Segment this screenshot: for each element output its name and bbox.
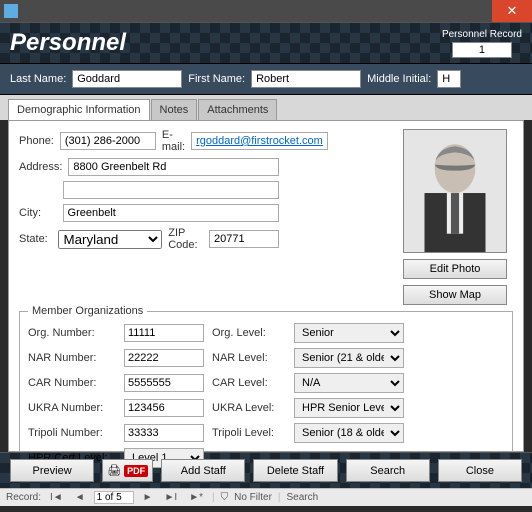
mi-label: Middle Initial: bbox=[367, 73, 431, 85]
zip-input[interactable] bbox=[209, 230, 279, 248]
recnav-label: Record: bbox=[6, 492, 41, 503]
ukra-num-label: UKRA Number: bbox=[28, 402, 116, 414]
first-name-input[interactable] bbox=[251, 70, 361, 88]
record-number: 1 bbox=[452, 42, 512, 58]
car-lvl-select[interactable]: N/A bbox=[294, 373, 404, 393]
last-name-input[interactable] bbox=[72, 70, 182, 88]
preview-button[interactable]: Preview bbox=[10, 459, 94, 482]
delete-staff-button[interactable]: Delete Staff bbox=[253, 459, 337, 482]
ukra-lvl-label: UKRA Level: bbox=[212, 402, 286, 414]
tri-lvl-select[interactable]: Senior (18 & older) bbox=[294, 423, 404, 443]
tri-num-input[interactable] bbox=[124, 424, 204, 442]
phone-input[interactable] bbox=[60, 132, 156, 150]
org-num-label: Org. Number: bbox=[28, 327, 116, 339]
state-label: State: bbox=[19, 233, 52, 245]
window-close-button[interactable]: ✕ bbox=[492, 0, 532, 22]
phone-label: Phone: bbox=[19, 135, 54, 147]
page-title: Personnel bbox=[10, 29, 126, 57]
nav-new-icon[interactable]: ►* bbox=[186, 492, 206, 503]
app-icon bbox=[4, 4, 18, 18]
member-orgs-fieldset: Member Organizations Org. Number: Org. L… bbox=[19, 305, 513, 471]
tab-demographic[interactable]: Demographic Information bbox=[8, 99, 150, 120]
org-lvl-select[interactable]: Senior bbox=[294, 323, 404, 343]
car-lvl-label: CAR Level: bbox=[212, 377, 286, 389]
org-lvl-label: Org. Level: bbox=[212, 327, 286, 339]
nav-next-icon[interactable]: ► bbox=[140, 492, 156, 503]
city-label: City: bbox=[19, 207, 57, 219]
edit-photo-button[interactable]: Edit Photo bbox=[403, 259, 507, 279]
tab-strip: Demographic Information Notes Attachment… bbox=[0, 95, 532, 120]
mi-input[interactable] bbox=[437, 70, 461, 88]
ukra-num-input[interactable] bbox=[124, 399, 204, 417]
tab-attachments[interactable]: Attachments bbox=[198, 99, 277, 120]
tab-notes[interactable]: Notes bbox=[151, 99, 198, 120]
header: Personnel Personnel Record 1 bbox=[0, 22, 532, 64]
state-select[interactable]: Maryland bbox=[58, 230, 162, 249]
nar-num-input[interactable] bbox=[124, 349, 204, 367]
address2-input[interactable] bbox=[63, 181, 279, 199]
org-num-input[interactable] bbox=[124, 324, 204, 342]
filter-icon: ⛉ bbox=[221, 492, 229, 503]
nar-lvl-select[interactable]: Senior (21 & older) bbox=[294, 348, 404, 368]
photo-frame bbox=[403, 129, 507, 253]
email-link[interactable]: rgoddard@firstrocket.com bbox=[191, 132, 328, 150]
record-label: Personnel Record bbox=[442, 29, 522, 40]
member-orgs-legend: Member Organizations bbox=[28, 305, 147, 317]
email-label: E-mail: bbox=[162, 129, 185, 153]
zip-label: ZIP Code: bbox=[168, 227, 203, 251]
nav-first-icon[interactable]: I◄ bbox=[47, 492, 66, 503]
address-label: Address: bbox=[19, 161, 62, 173]
printer-icon: 🖨 bbox=[107, 464, 121, 477]
car-num-input[interactable] bbox=[124, 374, 204, 392]
add-staff-button[interactable]: Add Staff bbox=[161, 459, 245, 482]
city-input[interactable] bbox=[63, 204, 279, 222]
nav-prev-icon[interactable]: ◄ bbox=[72, 492, 88, 503]
ukra-lvl-select[interactable]: HPR Senior Level bbox=[294, 398, 404, 418]
search-button[interactable]: Search bbox=[346, 459, 430, 482]
pdf-button[interactable]: 🖨PDF bbox=[102, 459, 153, 482]
name-bar: Last Name: First Name: Middle Initial: bbox=[0, 64, 532, 95]
show-map-button[interactable]: Show Map bbox=[403, 285, 507, 305]
nar-lvl-label: NAR Level: bbox=[212, 352, 286, 364]
recnav-search[interactable]: Search bbox=[287, 492, 319, 503]
close-button[interactable]: Close bbox=[438, 459, 522, 482]
address1-input[interactable] bbox=[68, 158, 279, 176]
nav-position[interactable] bbox=[94, 491, 134, 504]
nofilter-label: No Filter bbox=[234, 492, 272, 503]
car-num-label: CAR Number: bbox=[28, 377, 116, 389]
nav-last-icon[interactable]: ►I bbox=[162, 492, 181, 503]
panel-demographic: Edit Photo Show Map Phone: E-mail: rgodd… bbox=[8, 120, 524, 452]
tri-lvl-label: Tripoli Level: bbox=[212, 427, 286, 439]
first-name-label: First Name: bbox=[188, 73, 245, 85]
tri-num-label: Tripoli Number: bbox=[28, 427, 116, 439]
last-name-label: Last Name: bbox=[10, 73, 66, 85]
record-box: Personnel Record 1 bbox=[442, 29, 522, 58]
record-navigator: Record: I◄ ◄ ► ►I ►* | ⛉ No Filter | Sea… bbox=[0, 488, 532, 506]
titlebar: ✕ bbox=[0, 0, 532, 22]
nar-num-label: NAR Number: bbox=[28, 352, 116, 364]
